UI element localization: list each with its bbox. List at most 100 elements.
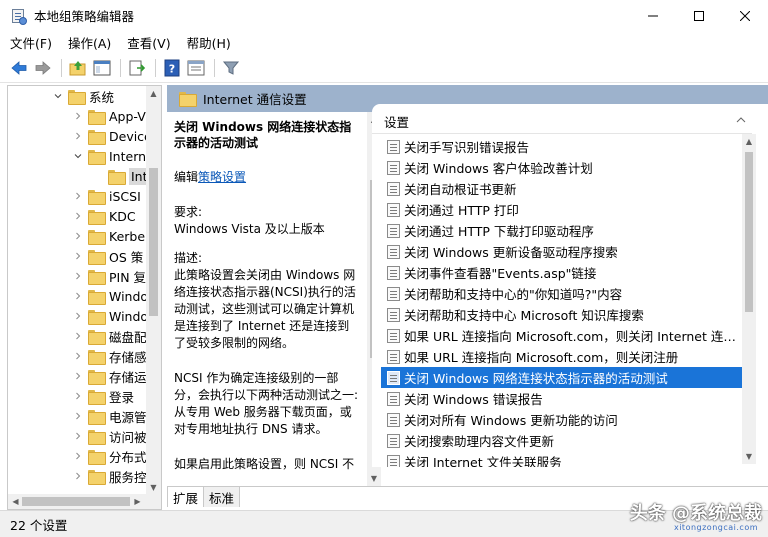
folder-icon	[88, 469, 106, 485]
forward-button[interactable]	[32, 57, 54, 79]
tree-item[interactable]: 存储运	[72, 366, 147, 386]
policy-row[interactable]: 关闭 Windows 错误报告	[381, 388, 743, 409]
tree-item[interactable]: 磁盘配	[72, 326, 147, 346]
console-tree[interactable]: 系统 App-V Device Intern Int iSCSI KDC Kerbe OS 策 P…	[7, 85, 162, 510]
chevron-right-icon[interactable]	[72, 130, 84, 142]
policy-row[interactable]: 关闭帮助和支持中心的"你知道吗?"内容	[381, 283, 743, 304]
scroll-left-arrow-icon[interactable]: ◀	[8, 494, 23, 509]
settings-scroll-thumb[interactable]	[745, 152, 753, 312]
tree-item[interactable]: Windo	[72, 286, 148, 306]
chevron-down-icon[interactable]	[72, 150, 84, 162]
description-title: 关闭 Windows 网络连接状态指示器的活动测试	[174, 120, 352, 150]
menu-view[interactable]: 查看(V)	[127, 33, 170, 52]
settings-column-header[interactable]: 设置	[384, 112, 409, 131]
chevron-right-icon[interactable]	[72, 430, 84, 442]
scroll-up-arrow-icon[interactable]: ▲	[742, 134, 756, 149]
scroll-down-arrow-icon[interactable]: ▼	[367, 471, 381, 486]
tree-item[interactable]: Kerbe	[72, 226, 145, 246]
chevron-right-icon[interactable]	[72, 390, 84, 402]
chevron-down-icon[interactable]	[52, 90, 64, 102]
properties-button[interactable]	[185, 57, 207, 79]
tree-item-label: Kerbe	[109, 228, 146, 244]
chevron-right-icon[interactable]	[72, 450, 84, 462]
policy-row[interactable]: 关闭通过 HTTP 下载打印驱动程序	[381, 220, 743, 241]
tree-scroll-thumb[interactable]	[149, 168, 158, 316]
tree-item[interactable]: iSCSI	[72, 186, 141, 206]
up-button[interactable]	[67, 57, 89, 79]
filter-button[interactable]	[220, 57, 242, 79]
policy-row-label: 关闭 Windows 错误报告	[404, 392, 543, 407]
chevron-right-icon[interactable]	[72, 470, 84, 482]
export-list-button[interactable]	[126, 57, 148, 79]
show-hide-tree-button[interactable]	[91, 57, 113, 79]
menu-action[interactable]: 操作(A)	[68, 33, 111, 52]
chevron-right-icon[interactable]	[72, 370, 84, 382]
chevron-right-icon[interactable]	[72, 310, 84, 322]
scroll-up-arrow-icon[interactable]: ▲	[146, 86, 161, 101]
settings-scrollbar[interactable]: ▲ ▼	[742, 134, 756, 464]
policy-row[interactable]: 如果 URL 连接指向 Microsoft.com，则关闭 Internet 连…	[381, 325, 743, 346]
tab-standard[interactable]: 标准	[204, 487, 241, 507]
policy-setting-icon	[387, 370, 400, 385]
description-text: 此策略设置会关闭由 Windows 网络连接状态指示器(NCSI)执行的活动测试…	[174, 268, 356, 350]
policy-row[interactable]: 关闭事件查看器"Events.asp"链接	[381, 262, 743, 283]
policy-row[interactable]: 关闭对所有 Windows 更新功能的访问	[381, 409, 743, 430]
folder-icon	[88, 129, 106, 145]
menu-help[interactable]: 帮助(H)	[187, 33, 231, 52]
back-button[interactable]	[8, 57, 30, 79]
folder-icon	[88, 429, 106, 445]
menu-file[interactable]: 文件(F)	[10, 33, 52, 52]
scroll-down-arrow-icon[interactable]: ▼	[742, 449, 756, 464]
policy-row[interactable]: 关闭搜索助理内容文件更新	[381, 430, 743, 451]
chevron-right-icon[interactable]	[72, 330, 84, 342]
tree-item[interactable]: Windo	[72, 306, 148, 326]
folder-icon	[88, 349, 106, 365]
tree-item[interactable]: 电源管	[72, 406, 147, 426]
tree-item[interactable]: 分布式	[72, 446, 147, 466]
minimize-button[interactable]	[630, 0, 676, 31]
scroll-down-arrow-icon[interactable]: ▼	[146, 480, 161, 495]
help-button[interactable]: ?	[161, 57, 183, 79]
folder-icon	[88, 329, 106, 345]
scroll-right-arrow-icon[interactable]: ▶	[130, 494, 145, 509]
tree-vertical-scrollbar[interactable]: ▲ ▼	[146, 86, 161, 495]
tree-item[interactable]: 访问被	[72, 426, 147, 446]
tree-hscroll-thumb[interactable]	[22, 497, 130, 506]
tree-item[interactable]: PIN 复	[72, 266, 146, 286]
tree-item[interactable]: 系统	[52, 86, 114, 106]
policy-row[interactable]: 如果 URL 连接指向 Microsoft.com，则关闭注册	[381, 346, 743, 367]
chevron-right-icon[interactable]	[72, 110, 84, 122]
filter-icon	[222, 61, 240, 75]
tree-item[interactable]: Intern	[72, 146, 146, 166]
policy-row[interactable]: 关闭帮助和支持中心 Microsoft 知识库搜索	[381, 304, 743, 325]
policy-row[interactable]: 关闭手写识别错误报告	[381, 136, 743, 157]
tree-item[interactable]: 登录	[72, 386, 134, 406]
tree-item[interactable]: App-V	[72, 106, 146, 126]
close-button[interactable]	[722, 0, 768, 31]
tab-extended[interactable]: 扩展	[167, 487, 205, 507]
edit-policy-link[interactable]: 策略设置	[198, 170, 246, 184]
tree-item[interactable]: 存储感	[72, 346, 147, 366]
tree-item[interactable]: Device	[72, 126, 152, 146]
chevron-right-icon[interactable]	[72, 350, 84, 362]
policy-row[interactable]: 关闭通过 HTTP 打印	[381, 199, 743, 220]
policy-row[interactable]: 关闭自动根证书更新	[381, 178, 743, 199]
tree-item[interactable]: OS 策	[72, 246, 143, 266]
maximize-button[interactable]	[676, 0, 722, 31]
policy-row[interactable]: 关闭 Windows 客户体验改善计划	[381, 157, 743, 178]
tree-item[interactable]: KDC	[72, 206, 136, 226]
tree-item[interactable]: Int	[92, 166, 150, 186]
policy-row[interactable]: 关闭 Internet 文件关联服务	[381, 451, 743, 467]
chevron-right-icon[interactable]	[72, 210, 84, 222]
chevron-right-icon[interactable]	[72, 190, 84, 202]
tree-item[interactable]: 服务控	[72, 466, 147, 486]
chevron-right-icon[interactable]	[72, 250, 84, 262]
chevron-right-icon[interactable]	[72, 410, 84, 422]
policy-row[interactable]: 关闭 Windows 网络连接状态指示器的活动测试	[381, 367, 743, 388]
tree-horizontal-scrollbar[interactable]: ◀ ▶	[8, 494, 161, 509]
settings-list[interactable]: 设置 关闭手写识别错误报告 关闭 Windows 客户体验改善计划 关闭自动根证书更…	[372, 104, 768, 467]
chevron-right-icon[interactable]	[72, 230, 84, 242]
chevron-right-icon[interactable]	[72, 290, 84, 302]
chevron-right-icon[interactable]	[72, 270, 84, 282]
policy-row[interactable]: 关闭 Windows 更新设备驱动程序搜索	[381, 241, 743, 262]
